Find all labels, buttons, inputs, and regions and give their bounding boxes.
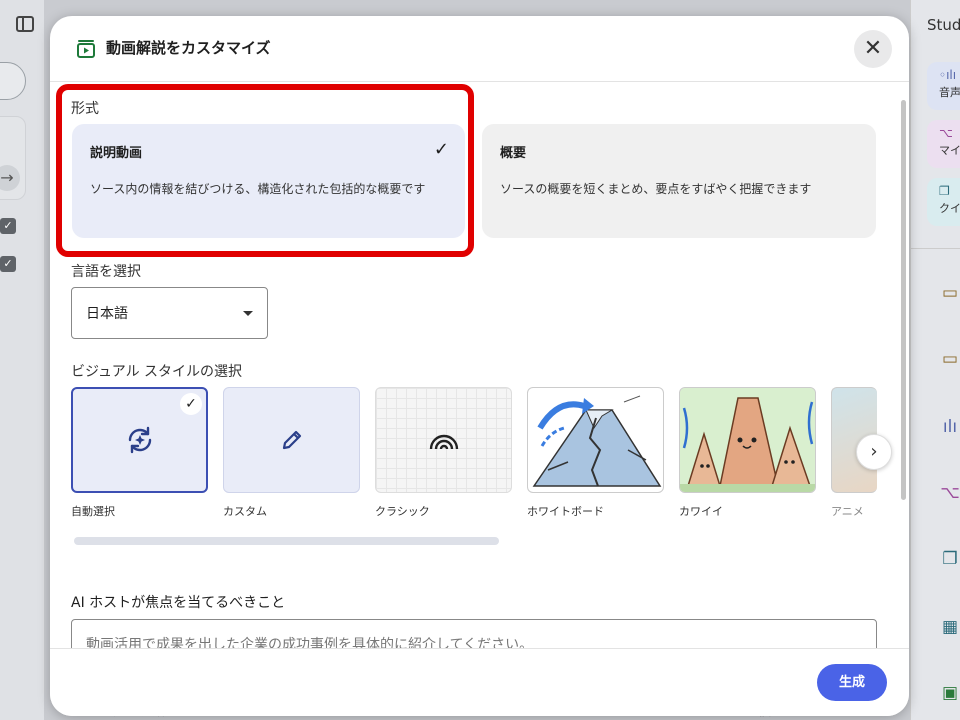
- style-option-label: 自動選択: [71, 505, 115, 518]
- divider: [911, 248, 960, 249]
- studio-tile-mindmap: ⌥ マイ: [927, 120, 960, 168]
- audio-wave-icon: ◦ılı: [939, 68, 957, 82]
- dialog-header: 動画解説をカスタマイズ ✕: [50, 16, 909, 82]
- checkmark-icon: ✓: [433, 139, 449, 160]
- mindmap-icon: ⌥: [939, 126, 953, 140]
- style-option-kawaii[interactable]: [679, 387, 816, 493]
- dropdown-caret-icon: [243, 311, 253, 316]
- quiz-icon: ❐: [939, 184, 950, 198]
- video-icon: ▭: [941, 283, 959, 303]
- studio-title: Studi: [927, 16, 960, 34]
- checkbox-icon: ✓: [0, 256, 16, 272]
- audio-wave-icon: ılı: [942, 417, 958, 437]
- studio-tile-label: クイ: [939, 202, 960, 215]
- studio-tile-label: 音声: [939, 86, 960, 99]
- studio-tile-quiz: ❐ クイ: [927, 178, 960, 226]
- video-icon: ▣: [941, 683, 959, 703]
- style-option-label: アニメ: [831, 505, 864, 518]
- format-option-description: ソース内の情報を結びつける、構造化された包括的な概要です: [90, 182, 426, 196]
- mindmap-icon: ⌥: [940, 483, 960, 503]
- studio-tile-label: マイ: [939, 144, 960, 157]
- style-option-label: クラシック: [375, 505, 430, 518]
- background-search-pill: [0, 62, 26, 100]
- style-option-whiteboard[interactable]: [527, 387, 664, 493]
- chevron-right-icon: ›: [870, 441, 878, 462]
- customize-video-dialog: 動画解説をカスタマイズ ✕ 形式 説明動画 ソース内の情報を結びつける、構造化さ…: [50, 16, 909, 716]
- style-option-custom[interactable]: [223, 387, 360, 493]
- close-icon: ✕: [863, 36, 883, 61]
- visual-style-label: ビジュアル スタイルの選択: [71, 364, 243, 380]
- auto-refresh-sparkle-icon: [128, 426, 151, 454]
- background-studio-panel: Studi ◦ılı 音声 ⌥ マイ ❐ クイ ▭ ▭ ılı ⌥ ❐ ▦ ▣: [910, 0, 960, 720]
- quiz-icon: ❐: [942, 549, 958, 569]
- language-select-value: 日本語: [86, 306, 128, 322]
- style-option-label: カスタム: [223, 505, 267, 518]
- checkbox-icon: ✓: [0, 218, 16, 234]
- format-option-title: 概要: [500, 146, 527, 161]
- format-option-description: ソースの概要を短くまとめ、要点をすばやく把握できます: [500, 182, 812, 196]
- video-icon: ▭: [941, 349, 959, 369]
- style-option-classic[interactable]: [375, 387, 512, 493]
- checkmark-icon: ✓: [180, 393, 202, 415]
- format-option-brief[interactable]: 概要 ソースの概要を短くまとめ、要点をすばやく把握できます: [482, 124, 876, 238]
- generate-button[interactable]: 生成: [817, 664, 887, 701]
- dialog-title: 動画解説をカスタマイズ: [106, 39, 271, 57]
- style-option-label: ホワイトボード: [527, 505, 604, 518]
- video-overview-icon: [77, 40, 95, 58]
- table-icon: ▦: [941, 617, 959, 637]
- format-option-explainer[interactable]: 説明動画 ソース内の情報を結びつける、構造化された包括的な概要です ✓: [72, 124, 465, 238]
- focus-label: AI ホストが焦点を当てるべきこと: [71, 595, 286, 611]
- carousel-next-button[interactable]: ›: [856, 434, 892, 470]
- vertical-scrollbar[interactable]: [901, 100, 906, 500]
- format-option-title: 説明動画: [90, 146, 143, 161]
- studio-tile-audio: ◦ılı 音声: [927, 62, 960, 110]
- dialog-footer: 生成: [50, 648, 909, 716]
- close-button[interactable]: ✕: [854, 30, 892, 68]
- style-option-label: カワイイ: [679, 505, 723, 518]
- pencil-icon: [282, 430, 301, 450]
- style-option-auto[interactable]: ✓: [71, 387, 208, 493]
- language-label: 言語を選択: [71, 264, 141, 280]
- volcano-illustration: [532, 395, 662, 487]
- rainbow-icon: [429, 434, 458, 450]
- sidebar-toggle-icon[interactable]: [16, 16, 34, 32]
- kawaii-mountains-illustration: [680, 388, 815, 492]
- language-select[interactable]: 日本語: [71, 287, 268, 339]
- format-label: 形式: [71, 101, 99, 117]
- background-left-panel: → ✓ ✓: [0, 0, 44, 720]
- style-carousel-scrollbar[interactable]: [74, 537, 499, 545]
